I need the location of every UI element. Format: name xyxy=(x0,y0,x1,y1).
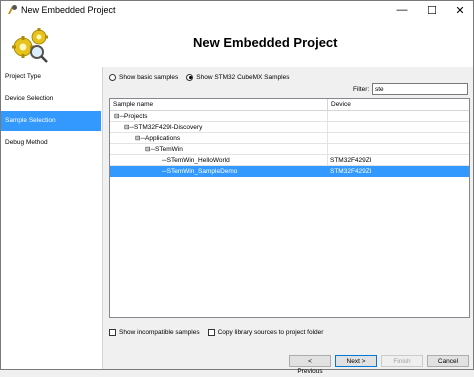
device-cell xyxy=(328,122,469,133)
sample-name: ⊟─Applications xyxy=(110,133,328,144)
step-project-type[interactable]: Project Type xyxy=(1,67,101,87)
cancel-button[interactable]: Cancel xyxy=(427,355,469,367)
close-icon: ✕ xyxy=(455,4,465,17)
table-row[interactable]: ─STemWin_HelloWorld STM32F429ZI xyxy=(110,155,469,166)
copy-library-checkbox[interactable] xyxy=(207,328,215,336)
window-title: New Embedded Project xyxy=(21,5,116,15)
step-sample-selection[interactable]: Sample Selection xyxy=(1,111,101,131)
radio-cubemx-label[interactable]: Show STM32 CubeMX Samples xyxy=(196,74,289,81)
filter-label: Filter: xyxy=(353,86,370,93)
previous-button[interactable]: < Previous xyxy=(289,355,331,375)
wizard-footer: < Previous Next > Finish Cancel xyxy=(105,347,472,375)
title-bar: New Embedded Project — ☐ ✕ xyxy=(1,1,473,19)
device-cell: STM32F429ZI xyxy=(328,155,469,166)
step-label: Sample Selection xyxy=(5,117,56,124)
radio-basic-label[interactable]: Show basic samples xyxy=(119,74,178,81)
tree-row-stemwin[interactable]: ⊟─STemWin xyxy=(110,144,469,155)
device-cell xyxy=(328,144,469,155)
new-project-dialog: New Embedded Project — ☐ ✕ New Embedded … xyxy=(0,0,474,375)
table-row-selected[interactable]: ─STemWin_SampleDemo STM32F429ZI xyxy=(110,166,469,177)
minimize-button[interactable]: — xyxy=(387,1,417,19)
step-label: Device Selection xyxy=(5,95,54,102)
tree-row-applications[interactable]: ⊟─Applications xyxy=(110,133,469,144)
sample-source-options: Show basic samples Show STM32 CubeMX Sam… xyxy=(109,71,297,83)
radio-cubemx-samples[interactable] xyxy=(186,73,194,81)
sample-name: ⊟─Projects xyxy=(110,111,328,122)
column-sample-name[interactable]: Sample name xyxy=(110,99,328,110)
table-header: Sample name Device xyxy=(110,99,469,111)
gears-magnifier-icon xyxy=(12,28,48,63)
wizard-header: New Embedded Project xyxy=(1,19,473,67)
sample-selection-panel: Show basic samples Show STM32 CubeMX Sam… xyxy=(105,67,472,343)
extra-options: Show incompatible samples Copy library s… xyxy=(109,326,331,338)
wizard-steps: Project Type Device Selection Sample Sel… xyxy=(1,67,103,369)
maximize-icon: ☐ xyxy=(427,4,437,17)
show-incompatible-label[interactable]: Show incompatible samples xyxy=(119,329,200,336)
device-cell: STM32F429ZI xyxy=(328,166,469,177)
maximize-button[interactable]: ☐ xyxy=(417,1,447,19)
sample-name: ⊟─STM32F429I-Discovery xyxy=(110,122,328,133)
sample-name: ⊟─STemWin xyxy=(110,144,328,155)
step-label: Project Type xyxy=(5,73,42,80)
close-button[interactable]: ✕ xyxy=(445,1,474,19)
sample-table: Sample name Device ⊟─Projects ⊟─STM32F42… xyxy=(109,98,470,318)
embedded-project-icon xyxy=(8,5,17,14)
radio-basic-samples[interactable] xyxy=(109,73,116,81)
page-title: New Embedded Project xyxy=(193,35,338,50)
minimize-icon: — xyxy=(396,4,408,16)
filter-input[interactable] xyxy=(372,83,468,95)
step-device-selection[interactable]: Device Selection xyxy=(1,89,101,109)
device-cell xyxy=(328,133,469,144)
copy-library-label[interactable]: Copy library sources to project folder xyxy=(218,329,324,336)
device-cell xyxy=(328,111,469,122)
step-label: Debug Method xyxy=(5,139,48,146)
column-device[interactable]: Device xyxy=(328,99,469,110)
finish-button[interactable]: Finish xyxy=(381,355,423,367)
step-debug-method[interactable]: Debug Method xyxy=(1,133,101,153)
next-button[interactable]: Next > xyxy=(335,355,377,367)
tree-row-board[interactable]: ⊟─STM32F429I-Discovery xyxy=(110,122,469,133)
tree-row-projects[interactable]: ⊟─Projects xyxy=(110,111,469,122)
sample-name: ─STemWin_SampleDemo xyxy=(110,166,328,177)
show-incompatible-checkbox[interactable] xyxy=(109,328,116,336)
sample-name: ─STemWin_HelloWorld xyxy=(110,155,328,166)
